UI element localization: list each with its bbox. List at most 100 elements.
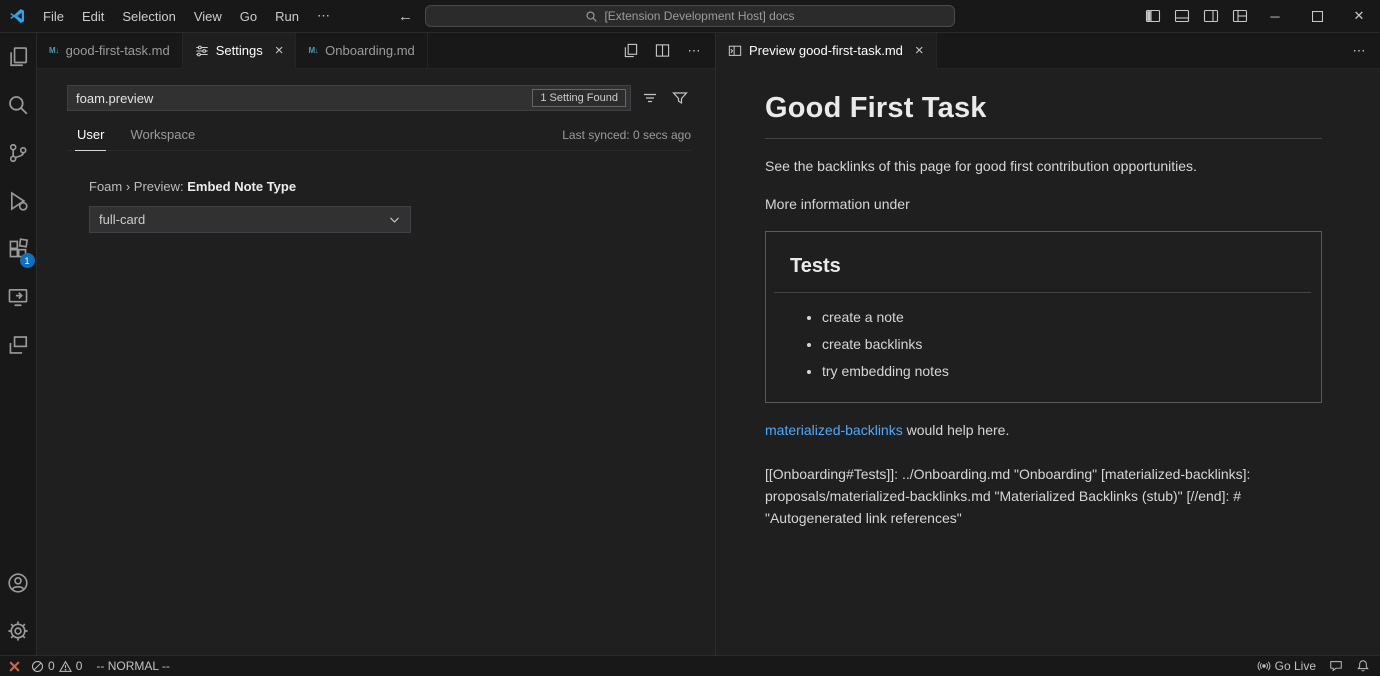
- toggle-secondary-sidebar-icon[interactable]: [1196, 0, 1225, 32]
- tab-bar-left: M↓ good-first-task.md Settings × M↓ Onbo…: [37, 33, 715, 69]
- embedded-note-card: Tests create a note create backlinks try…: [765, 231, 1322, 403]
- nav-back-icon[interactable]: ←: [398, 8, 413, 25]
- editor-actions-right: ⋯: [1348, 33, 1380, 68]
- open-preview-icon: [728, 44, 742, 58]
- source-control-icon[interactable]: [0, 129, 37, 177]
- editor-groups: M↓ good-first-task.md Settings × M↓ Onbo…: [37, 33, 1380, 655]
- settings-search-box: 1 Setting Found: [67, 85, 631, 111]
- tab-label: Preview good-first-task.md: [749, 43, 903, 58]
- tab-good-first-task[interactable]: M↓ good-first-task.md: [37, 33, 183, 68]
- preview-title: Good First Task: [765, 87, 1322, 139]
- menu-selection[interactable]: Selection: [113, 9, 184, 24]
- open-changes-icon[interactable]: [619, 40, 641, 62]
- notifications-bell-icon[interactable]: [1356, 659, 1370, 673]
- menu-run[interactable]: Run: [266, 9, 308, 24]
- editor-group-left: M↓ good-first-task.md Settings × M↓ Onbo…: [37, 33, 716, 655]
- remote-explorer-icon[interactable]: [0, 273, 37, 321]
- remote-indicator-icon[interactable]: [8, 660, 21, 673]
- chevron-down-icon: [388, 213, 401, 226]
- scope-tab-workspace[interactable]: Workspace: [128, 127, 197, 150]
- search-icon[interactable]: [0, 81, 37, 129]
- menu-more-icon[interactable]: ⋯: [308, 8, 339, 24]
- broadcast-icon: [1257, 659, 1271, 673]
- status-bar-right: Go Live: [1257, 659, 1370, 673]
- filter-funnel-icon[interactable]: [669, 87, 691, 109]
- tab-close-icon[interactable]: ×: [275, 43, 284, 58]
- extensions-icon[interactable]: 1: [0, 225, 37, 273]
- settings-editor: 1 Setting Found User Workspace Last sync…: [37, 69, 715, 655]
- setting-name: Embed Note Type: [187, 179, 296, 194]
- toggle-panel-icon[interactable]: [1167, 0, 1196, 32]
- markdown-file-icon: M↓: [49, 46, 59, 55]
- maximize-button[interactable]: [1296, 0, 1338, 32]
- run-and-debug-icon[interactable]: [0, 177, 37, 225]
- editor-group-right: Preview good-first-task.md × ⋯ Good Firs…: [716, 33, 1380, 655]
- menu-go[interactable]: Go: [231, 9, 266, 24]
- markdown-file-icon: M↓: [308, 46, 318, 55]
- minimize-button[interactable]: ─: [1254, 0, 1296, 32]
- explorer-icon[interactable]: [0, 33, 37, 81]
- preview-paragraph: More information under: [765, 194, 1322, 215]
- titlebar: File Edit Selection View Go Run ⋯ ← → [E…: [0, 0, 1380, 33]
- extensions-badge: 1: [20, 253, 35, 268]
- menu-edit[interactable]: Edit: [73, 9, 113, 24]
- settings-count-badge: 1 Setting Found: [532, 89, 626, 107]
- materialized-backlinks-link[interactable]: materialized-backlinks: [765, 422, 903, 438]
- command-center-label: [Extension Development Host] docs: [604, 9, 794, 23]
- close-button[interactable]: ✕: [1338, 0, 1380, 32]
- menu-file[interactable]: File: [34, 9, 73, 24]
- warning-count: 0: [76, 659, 83, 673]
- command-center-search[interactable]: [Extension Development Host] docs: [425, 5, 955, 27]
- accounts-icon[interactable]: [0, 559, 37, 607]
- go-live-label: Go Live: [1275, 659, 1316, 673]
- status-bar: 0 0 -- NORMAL -- Go Live: [0, 655, 1380, 676]
- tab-label: Onboarding.md: [325, 43, 415, 58]
- more-actions-icon[interactable]: ⋯: [683, 40, 705, 62]
- menubar: File Edit Selection View Go Run ⋯: [34, 8, 339, 24]
- embedded-note-heading: Tests: [774, 251, 1311, 293]
- more-actions-icon[interactable]: ⋯: [1348, 40, 1370, 62]
- tab-preview-good-first-task[interactable]: Preview good-first-task.md ×: [716, 33, 937, 68]
- tab-label: Settings: [216, 43, 263, 58]
- setting-title: Foam › Preview: Embed Note Type: [89, 179, 691, 194]
- setting-category: Foam › Preview:: [89, 179, 187, 194]
- windows-icon[interactable]: [0, 321, 37, 369]
- error-count: 0: [48, 659, 55, 673]
- list-item: create backlinks: [822, 334, 1311, 355]
- last-synced-label: Last synced: 0 secs ago: [562, 128, 691, 150]
- dropdown-value: full-card: [99, 212, 145, 227]
- setting-value-dropdown[interactable]: full-card: [89, 206, 411, 233]
- embedded-note-list: create a note create backlinks try embed…: [774, 307, 1311, 382]
- tab-close-icon[interactable]: ×: [915, 43, 924, 58]
- tab-bar-right: Preview good-first-task.md × ⋯: [716, 33, 1380, 69]
- editor-actions-left: ⋯: [619, 33, 715, 68]
- toggle-primary-sidebar-icon[interactable]: [1138, 0, 1167, 32]
- tab-label: good-first-task.md: [66, 43, 170, 58]
- list-item: create a note: [822, 307, 1311, 328]
- feedback-icon[interactable]: [1329, 659, 1343, 673]
- settings-search-input[interactable]: [76, 91, 532, 106]
- clear-filters-icon[interactable]: [639, 87, 661, 109]
- error-icon: [31, 660, 44, 673]
- workbench: 1 M↓ good-first-task.md Setti: [0, 33, 1380, 655]
- customize-layout-icon[interactable]: [1225, 0, 1254, 32]
- preview-link-paragraph: materialized-backlinks would help here.: [765, 420, 1322, 441]
- split-editor-icon[interactable]: [651, 40, 673, 62]
- settings-scope-tabs: User Workspace Last synced: 0 secs ago: [67, 127, 691, 151]
- vscode-logo: [0, 8, 34, 24]
- after-link-text: would help here.: [903, 422, 1010, 438]
- scope-tab-user[interactable]: User: [75, 127, 106, 151]
- preview-paragraph: See the backlinks of this page for good …: [765, 156, 1322, 177]
- menu-view[interactable]: View: [185, 9, 231, 24]
- tab-onboarding[interactable]: M↓ Onboarding.md: [296, 33, 427, 68]
- vim-mode-indicator[interactable]: -- NORMAL --: [96, 659, 170, 673]
- problems-indicator[interactable]: 0 0: [31, 659, 82, 673]
- go-live-button[interactable]: Go Live: [1257, 659, 1316, 673]
- tab-settings[interactable]: Settings ×: [183, 33, 297, 68]
- list-item: try embedding notes: [822, 361, 1311, 382]
- warning-icon: [59, 660, 72, 673]
- settings-gear-icon[interactable]: [0, 607, 37, 655]
- activity-bar: 1: [0, 33, 37, 655]
- markdown-preview: Good First Task See the backlinks of thi…: [716, 69, 1380, 655]
- search-icon: [585, 10, 598, 23]
